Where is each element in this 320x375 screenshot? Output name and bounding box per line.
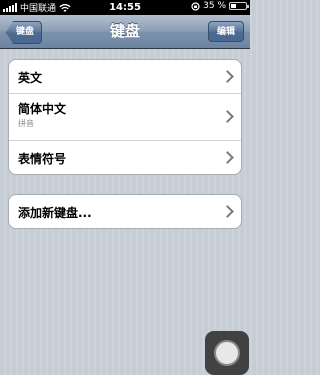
add-keyboard-row[interactable]: 添加新键盘... bbox=[9, 195, 241, 228]
keyboard-row-english[interactable]: 英文 bbox=[9, 60, 241, 94]
chevron-right-icon bbox=[221, 205, 234, 218]
orientation-lock-icon bbox=[191, 1, 200, 11]
status-bar: 中国联通 14:55 35 % bbox=[0, 0, 250, 15]
assistive-touch-button[interactable] bbox=[205, 331, 249, 375]
add-keyboard-label: 添加新键盘... bbox=[18, 206, 92, 220]
edit-button[interactable]: 编辑 bbox=[207, 21, 244, 42]
keyboard-row-sublabel: 拼音 bbox=[18, 119, 34, 128]
keyboard-row-simplified-chinese[interactable]: 简体中文 拼音 bbox=[9, 94, 241, 141]
chevron-right-icon bbox=[221, 70, 234, 83]
keyboard-row-emoji[interactable]: 表情符号 bbox=[9, 141, 241, 174]
battery-percent: 35 % bbox=[203, 1, 226, 11]
navigation-bar: 键盘 键盘 编辑 bbox=[0, 15, 250, 49]
chevron-right-icon bbox=[221, 151, 234, 164]
add-keyboard-group: 添加新键盘... bbox=[8, 194, 242, 229]
keyboard-row-label: 表情符号 bbox=[18, 152, 67, 166]
chevron-right-icon bbox=[221, 110, 234, 123]
keyboard-row-label: 简体中文 bbox=[18, 102, 67, 116]
keyboards-group: 英文 简体中文 拼音 表情符号 bbox=[8, 59, 242, 175]
keyboard-row-label: 英文 bbox=[18, 71, 43, 85]
battery-icon bbox=[229, 2, 249, 10]
battery-fill bbox=[231, 4, 236, 8]
assistive-touch-icon bbox=[214, 340, 240, 366]
